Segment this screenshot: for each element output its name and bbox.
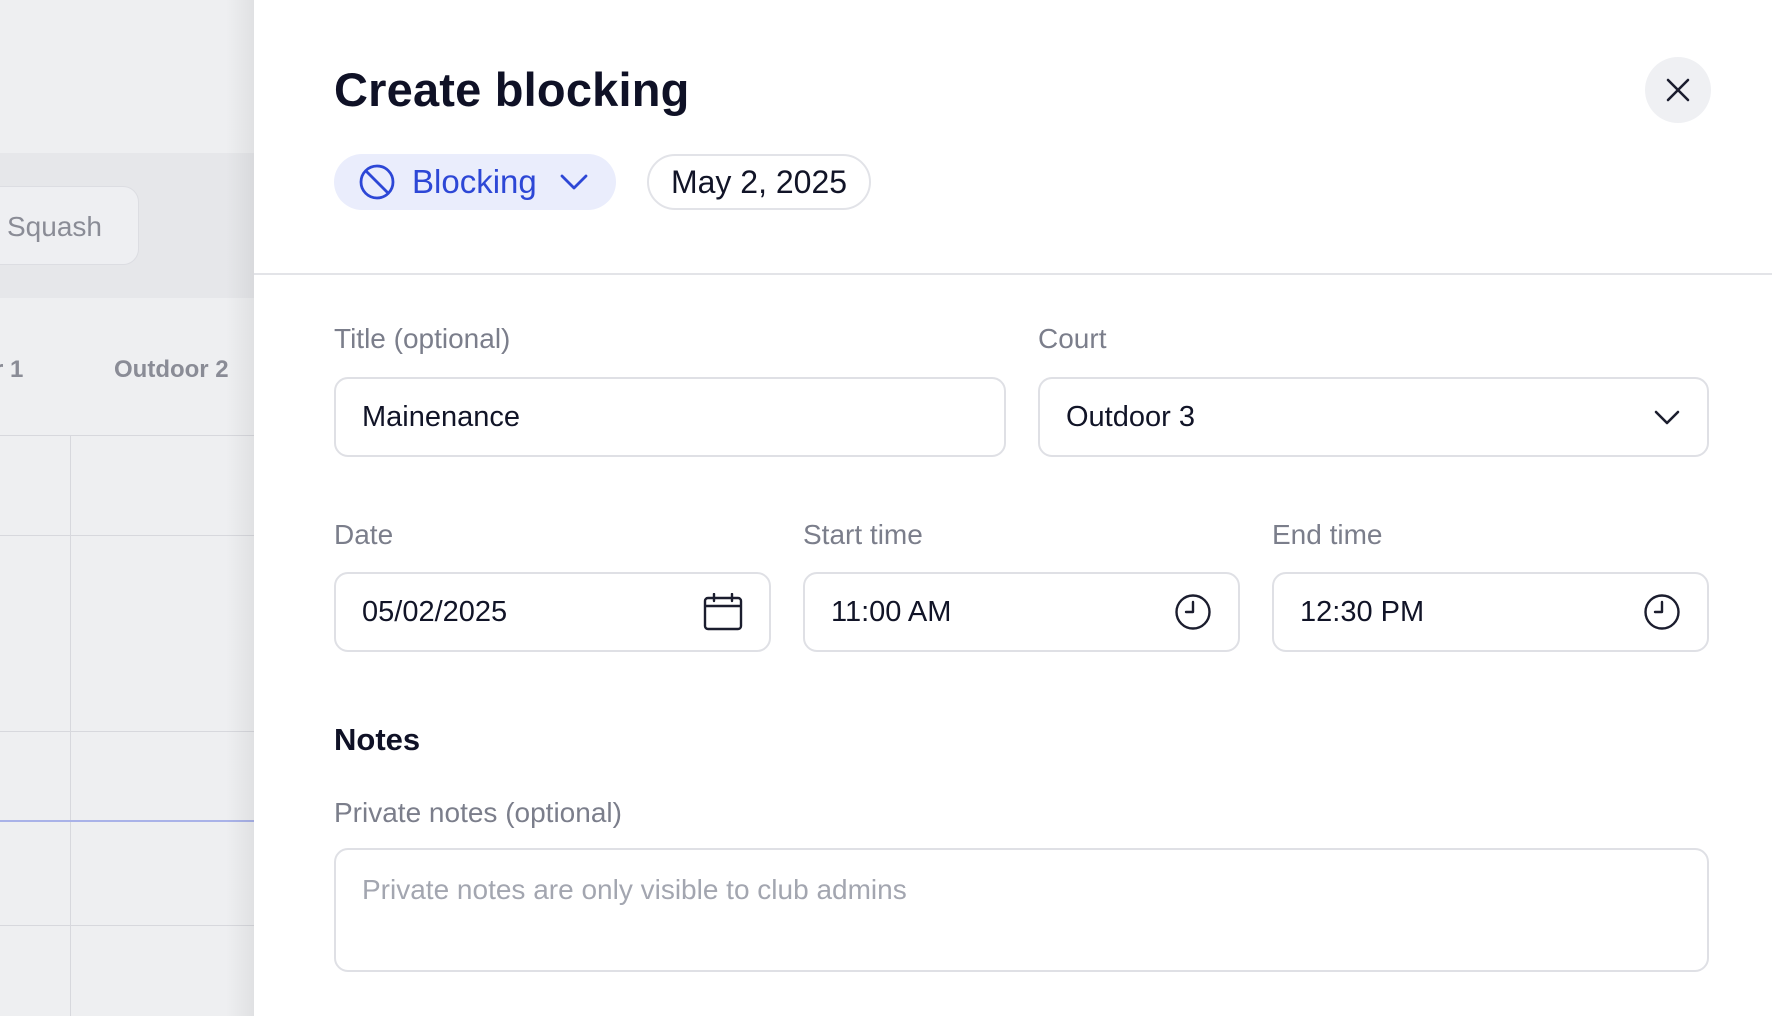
private-notes-label: Private notes (optional) — [334, 797, 622, 828]
background-calendar: Squash r 1 Outdoor 2 — [0, 0, 254, 1016]
background-header — [0, 0, 254, 153]
sport-filter-chip-label: Squash — [7, 211, 102, 242]
title-input[interactable]: Mainenance — [334, 377, 1006, 457]
close-button[interactable] — [1645, 57, 1711, 123]
grid-line — [0, 925, 254, 926]
grid-line — [0, 435, 254, 436]
grid-line — [0, 535, 254, 536]
grid-line — [0, 731, 254, 732]
clock-icon[interactable] — [1174, 593, 1212, 631]
booking-type-dropdown[interactable]: Blocking — [334, 154, 616, 210]
booking-type-label: Blocking — [412, 163, 537, 200]
calendar-icon[interactable] — [703, 593, 743, 631]
start-time-input[interactable]: 11:00 AM — [803, 572, 1240, 652]
close-icon — [1664, 76, 1692, 104]
court-column-header: Outdoor 2 — [114, 356, 229, 383]
clock-icon[interactable] — [1643, 593, 1681, 631]
start-time-value: 11:00 AM — [831, 595, 952, 628]
end-time-value: 12:30 PM — [1300, 595, 1425, 628]
create-blocking-panel: Create blocking Blocking May 2, 2025 Tit… — [254, 0, 1772, 1016]
sport-filter-chip[interactable]: Squash — [0, 186, 139, 265]
end-time-input[interactable]: 12:30 PM — [1272, 572, 1709, 652]
blocked-icon — [358, 163, 396, 201]
date-input-value: 05/02/2025 — [362, 595, 508, 628]
panel-shadow — [226, 0, 254, 1016]
current-time-line — [0, 820, 254, 822]
date-input[interactable]: 05/02/2025 — [334, 572, 771, 652]
title-label: Title (optional) — [334, 323, 511, 354]
start-time-label: Start time — [803, 519, 923, 550]
court-select[interactable]: Outdoor 3 — [1038, 377, 1709, 457]
private-notes-placeholder: Private notes are only visible to club a… — [362, 874, 907, 905]
private-notes-textarea[interactable]: Private notes are only visible to club a… — [334, 848, 1709, 972]
chevron-down-icon — [1653, 408, 1681, 426]
date-label: Date — [334, 519, 394, 550]
end-time-label: End time — [1272, 519, 1383, 550]
header-divider — [254, 273, 1772, 275]
court-select-value: Outdoor 3 — [1066, 400, 1195, 433]
notes-section-title: Notes — [334, 722, 421, 757]
panel-title: Create blocking — [334, 63, 690, 116]
title-input-value: Mainenance — [362, 400, 520, 433]
grid-line — [70, 435, 71, 1016]
court-label: Court — [1038, 323, 1107, 354]
chevron-down-icon — [559, 172, 589, 192]
date-chip[interactable]: May 2, 2025 — [647, 154, 871, 210]
court-column-header: r 1 — [0, 356, 24, 383]
